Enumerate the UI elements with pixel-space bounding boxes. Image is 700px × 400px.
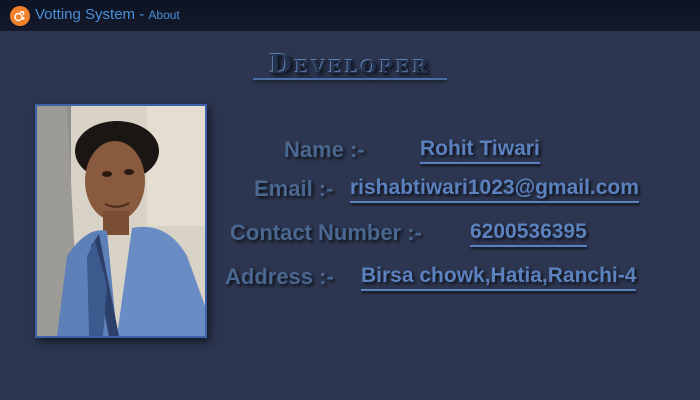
title-separator: - <box>139 6 145 23</box>
address-label: Address :- <box>225 264 334 289</box>
name-label: Name :- <box>284 137 365 162</box>
developer-photo <box>35 104 207 338</box>
email-label: Email :- <box>254 176 334 201</box>
app-logo-icon <box>10 6 30 26</box>
contact-number-label: Contact Number :- <box>230 220 422 245</box>
address-value: Birsa chowk,Hatia,Ranchi-4 <box>361 264 637 291</box>
email-link[interactable]: rishabtiwari1023@gmail.com <box>350 176 639 203</box>
contact-number-value: 6200536395 <box>470 220 587 247</box>
window-title: Votting System - About <box>35 6 180 23</box>
page-heading: Developer <box>0 50 700 80</box>
app-title: Votting System <box>35 6 136 23</box>
title-bar: Votting System - About <box>0 0 700 31</box>
name-value: Rohit Tiwari <box>420 137 540 164</box>
page-subtitle: About <box>148 8 180 22</box>
